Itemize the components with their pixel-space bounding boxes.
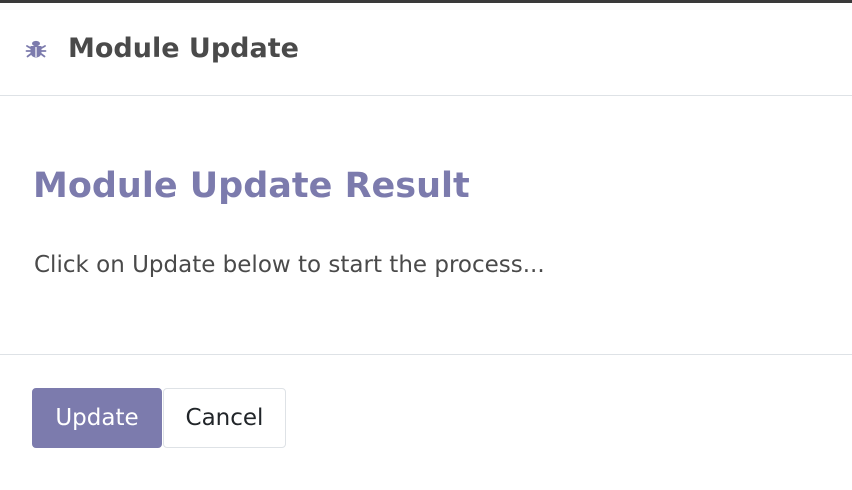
cancel-button[interactable]: Cancel [163, 388, 286, 448]
instruction-text: Click on Update below to start the proce… [34, 252, 545, 278]
footer-divider [0, 354, 852, 355]
dialog-header: Module Update [0, 3, 852, 96]
bug-icon [24, 37, 48, 61]
update-button[interactable]: Update [32, 388, 162, 448]
module-update-dialog: Module Update Module Update Result Click… [0, 3, 852, 490]
result-heading: Module Update Result [33, 166, 470, 206]
dialog-title: Module Update [68, 33, 299, 64]
